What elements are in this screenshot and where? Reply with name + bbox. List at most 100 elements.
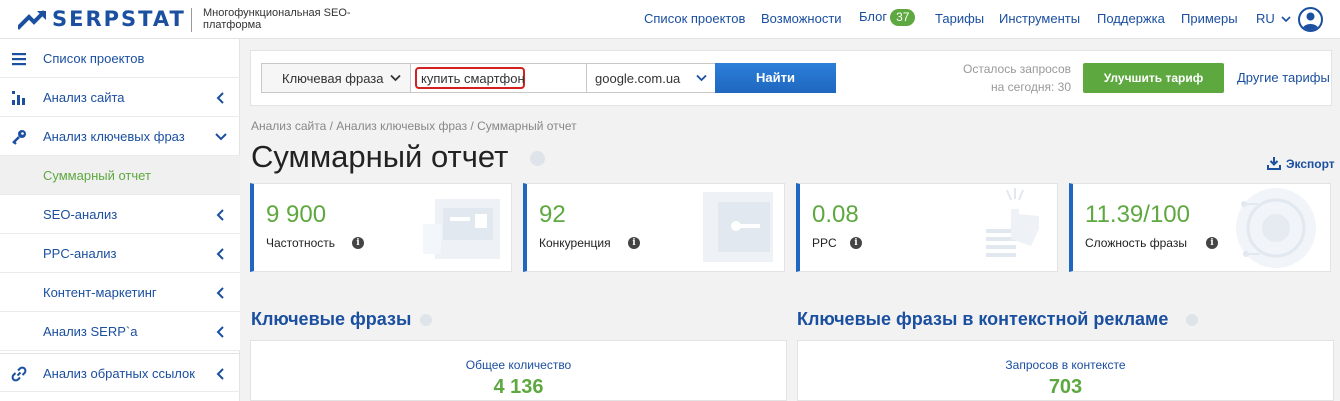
top-header: SERPSTAT Многофункциональная SEO-платфор…	[0, 0, 1340, 39]
page-title: Суммарный отчет	[251, 139, 509, 174]
sidebar-item-ppc-analysis[interactable]: PPC-анализ	[0, 234, 240, 273]
metric-label: Частотность	[266, 236, 335, 250]
sidebar-item-projects[interactable]: Список проектов	[0, 39, 240, 78]
language-label: RU	[1256, 11, 1275, 26]
logo-arrow-icon	[18, 10, 46, 30]
language-selector[interactable]: RU	[1256, 11, 1291, 26]
chevron-left-icon	[216, 248, 224, 260]
nav-blog-label: Блог	[859, 9, 888, 24]
metric-value: 703	[1048, 376, 1083, 398]
metric-value: 92	[539, 201, 566, 228]
search-input[interactable]: купить смартфон	[410, 63, 587, 93]
sidebar-item-backlinks[interactable]: Анализ обратных ссылок	[0, 353, 240, 392]
database-value: google.com.ua	[595, 71, 681, 86]
sidebar-item-label: Контент-маркетинг	[43, 285, 157, 300]
info-icon[interactable]: i	[628, 237, 640, 249]
menu-icon	[12, 53, 26, 66]
search-type-select[interactable]: Ключевая фраза	[261, 63, 411, 93]
sidebar-item-summary-report[interactable]: Суммарный отчет	[0, 156, 240, 195]
keywords-panel: Общее количество 4 136	[250, 340, 787, 401]
other-tariffs-link[interactable]: Другие тарифы	[1237, 70, 1330, 85]
sidebar-item-label: Анализ ключевых фраз	[43, 129, 185, 144]
metric-card-ppc: 0.08 PPC i	[796, 183, 1058, 272]
metric-label: Запросов в контексте	[1005, 358, 1126, 372]
nav-blog[interactable]: Блог 37	[859, 9, 916, 26]
chevron-down-icon	[696, 74, 707, 82]
search-query-text: купить смартфон	[421, 71, 525, 86]
metric-label: PPC	[812, 236, 837, 250]
sidebar-item-label: Анализ сайта	[43, 90, 125, 105]
metric-card-volume: 9 900 Частотность i	[250, 183, 512, 272]
user-avatar[interactable]	[1298, 7, 1323, 32]
chevron-left-icon	[216, 368, 224, 380]
metric-value: 0.08	[812, 201, 859, 228]
decorative-target-key-icon	[1236, 188, 1316, 268]
tagline: Многофункциональная SEO-платформа	[203, 7, 351, 31]
info-icon[interactable]: i	[850, 237, 862, 249]
chevron-left-icon	[216, 209, 224, 221]
metric-card-difficulty: 11.39/100 Сложность фразы i	[1069, 183, 1331, 272]
upgrade-tariff-button[interactable]: Улучшить тариф	[1083, 63, 1224, 93]
metric-value: 9 900	[266, 201, 327, 228]
chevron-down-icon	[390, 74, 401, 82]
section-title-ppc-keywords: Ключевые фразы в контекстной рекламе	[797, 309, 1169, 329]
sidebar-item-label: Анализ SERP`a	[43, 324, 138, 339]
metric-label: Сложность фразы	[1085, 236, 1187, 250]
metric-value: 11.39/100	[1085, 201, 1190, 228]
sidebar-item-label: Суммарный отчет	[43, 168, 151, 183]
search-panel: Ключевая фраза купить смартфон google.co…	[250, 50, 1332, 106]
sidebar-item-serp-analysis[interactable]: Анализ SERP`a	[0, 312, 240, 351]
nav-examples[interactable]: Примеры	[1181, 11, 1238, 27]
sidebar-item-label: PPC-анализ	[43, 246, 117, 261]
sidebar-item-content-marketing[interactable]: Контент-маркетинг	[0, 273, 240, 312]
metric-value: 4 136	[493, 376, 544, 398]
chevron-left-icon	[216, 326, 224, 338]
info-icon[interactable]	[1186, 314, 1198, 326]
sidebar-item-keyword-analysis[interactable]: Анализ ключевых фраз	[0, 117, 240, 156]
database-select[interactable]: google.com.ua	[586, 63, 716, 93]
nav-features[interactable]: Возможности	[761, 11, 842, 27]
nav-projects[interactable]: Список проектов	[644, 11, 745, 27]
search-type-value: Ключевая фраза	[282, 71, 384, 86]
key-icon	[12, 130, 26, 145]
serpstat-logo[interactable]: SERPSTAT	[18, 8, 186, 30]
chevron-down-icon	[215, 133, 227, 141]
nav-tariffs[interactable]: Тарифы	[935, 11, 984, 27]
info-icon[interactable]	[420, 314, 432, 326]
decorative-click-hand-icon	[986, 188, 1039, 257]
info-icon[interactable]	[530, 151, 545, 166]
section-title-keywords: Ключевые фразы	[251, 309, 412, 329]
sidebar: Список проектов Анализ сайта Анализ ключ…	[0, 39, 240, 401]
breadcrumb[interactable]: Анализ сайта / Анализ ключевых фраз / Су…	[251, 119, 577, 133]
chevron-down-icon	[1281, 16, 1291, 23]
sidebar-item-seo-analysis[interactable]: SEO-анализ	[0, 195, 240, 234]
download-icon[interactable]	[1267, 156, 1281, 170]
metric-card-competition: 92 Конкуренция i	[523, 183, 785, 272]
blog-count-badge: 37	[890, 9, 916, 26]
user-icon	[1302, 12, 1319, 30]
decorative-browser-icon	[423, 199, 500, 259]
sidebar-item-label: Анализ обратных ссылок	[43, 366, 195, 381]
nav-tools[interactable]: Инструменты	[999, 11, 1080, 27]
metric-label: Общее количество	[465, 358, 572, 372]
info-icon[interactable]: i	[1206, 237, 1218, 249]
sidebar-item-site-analysis[interactable]: Анализ сайта	[0, 78, 240, 117]
sidebar-item-label: SEO-анализ	[43, 207, 118, 222]
decorative-key-window-icon	[703, 192, 773, 262]
ppc-keywords-panel: Запросов в контексте 703	[797, 340, 1334, 401]
requests-left: Осталось запросов на сегодня: 30	[941, 60, 1071, 96]
sidebar-item-label: Список проектов	[43, 51, 145, 66]
chevron-left-icon	[216, 287, 224, 299]
find-button[interactable]: Найти	[715, 63, 836, 93]
site-analysis-icon	[12, 91, 25, 105]
requests-left-line2: на сегодня: 30	[991, 80, 1071, 94]
brand-name: SERPSTAT	[52, 7, 186, 31]
logo-divider	[191, 8, 192, 32]
metric-label: Конкуренция	[539, 236, 611, 250]
export-link[interactable]: Экспорт	[1286, 157, 1335, 171]
requests-left-line1: Осталось запросов	[963, 62, 1071, 76]
link-icon	[11, 366, 27, 382]
nav-support[interactable]: Поддержка	[1097, 11, 1165, 27]
chevron-left-icon	[216, 92, 224, 104]
info-icon[interactable]: i	[352, 237, 364, 249]
